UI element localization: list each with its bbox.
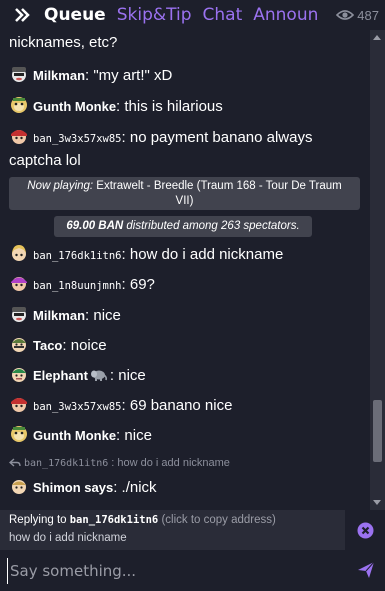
separator: :	[62, 337, 71, 354]
send-button[interactable]	[356, 560, 376, 580]
reply-reference-text: : how do i add nickname	[111, 457, 230, 469]
milkman-avatar[interactable]	[9, 304, 29, 324]
now-playing-track-continued: VII)	[175, 195, 194, 207]
separator: :	[121, 246, 130, 263]
elephant-avatar[interactable]	[9, 364, 29, 384]
message-text: "my art!" xD	[93, 67, 173, 84]
username[interactable]: Taco	[33, 338, 62, 353]
chat-message: Milkman: "my art!" xD	[9, 64, 364, 87]
shimon-avatar[interactable]	[9, 476, 29, 496]
chat-message-input[interactable]	[7, 558, 337, 584]
chat-scrollbar[interactable]	[370, 30, 385, 510]
separator: :	[109, 367, 119, 384]
username[interactable]: Gunth Monke	[33, 99, 116, 114]
scroll-down-arrow-icon[interactable]	[373, 500, 381, 505]
purple-avatar[interactable]	[9, 273, 29, 293]
message-text: how do i add nickname	[129, 246, 284, 263]
scrollbar-thumb[interactable]	[373, 400, 382, 462]
chat-message-partial: nicknames, etc?	[9, 32, 364, 54]
message-text: nice	[124, 427, 152, 444]
username[interactable]: Milkman	[33, 68, 85, 83]
separator: :	[121, 129, 130, 146]
reply-bar: Replying to ban_176dk1itn6 (click to cop…	[0, 510, 385, 550]
reply-target-address[interactable]: ban_176dk1itn6	[70, 514, 159, 526]
viewer-count: 487	[357, 7, 379, 23]
close-circle-icon	[357, 522, 373, 538]
now-playing-track: Extrawelt - Breedle (Traum 168 - Tour De…	[93, 180, 342, 192]
blonde-avatar[interactable]	[9, 243, 29, 263]
chat-message: Gunth Monke: this is hilarious	[9, 95, 364, 118]
username[interactable]: Elephant	[33, 368, 88, 383]
separator: :	[113, 479, 122, 496]
red-avatar[interactable]	[9, 126, 29, 146]
message-text: no payment banano always	[129, 129, 313, 146]
message-input-bar	[0, 550, 385, 591]
message-text: 69?	[129, 276, 155, 293]
message-text: nicknames, etc?	[9, 34, 118, 51]
cancel-reply-button[interactable]	[345, 510, 385, 550]
replying-to-line[interactable]: Replying to ban_176dk1itn6 (click to cop…	[9, 513, 276, 528]
red-avatar[interactable]	[9, 394, 29, 414]
reply-reference-name: ban_176dk1itn6	[24, 457, 109, 469]
username[interactable]: Milkman	[33, 308, 85, 323]
copy-address-hint: (click to copy address)	[158, 514, 276, 526]
taco-avatar[interactable]	[9, 334, 29, 354]
distribution-text: distributed among 263 spectators.	[123, 220, 300, 232]
monkey-avatar[interactable]	[9, 424, 29, 444]
username[interactable]: ban_176dk1itn6	[33, 250, 122, 262]
replying-to-label: Replying to	[9, 514, 70, 526]
reply-arrow-icon	[9, 458, 21, 467]
header-bar: Queue Skip&Tip Chat Announ 487	[0, 0, 385, 30]
send-icon	[358, 561, 375, 578]
username[interactable]: Gunth Monke	[33, 428, 116, 443]
separator: :	[121, 397, 130, 414]
monkey-avatar[interactable]	[9, 95, 29, 115]
separator: :	[121, 276, 130, 293]
expand-chevrons-icon[interactable]	[0, 0, 44, 30]
message-text: noice	[70, 337, 107, 354]
username[interactable]: ban_1n8uunjmnh	[33, 280, 122, 292]
chat-message: Elephant: nice	[9, 364, 364, 387]
elephant-icon	[90, 366, 108, 381]
quoted-message: how do i add nickname	[9, 532, 127, 544]
message-text: nice	[93, 307, 121, 324]
tab-announcements[interactable]: Announ	[253, 0, 318, 30]
chat-message: Taco: noice	[9, 334, 364, 357]
chat-message: Milkman: nice	[9, 304, 364, 327]
reply-reference[interactable]: ban_176dk1itn6: how do i add nickname	[9, 455, 230, 471]
chat-message: Shimon says: ./nick	[9, 476, 364, 499]
milkman-avatar[interactable]	[9, 64, 29, 84]
username[interactable]: Shimon says	[33, 480, 113, 495]
message-text: 69 banano nice	[129, 397, 233, 414]
message-text-continued: captcha lol	[9, 152, 81, 169]
distribution-amount: 69.00 BAN	[66, 220, 124, 232]
message-text: this is hilarious	[124, 98, 223, 115]
chat-message: ban_3w3x57xw85: 69 banano nice	[9, 394, 364, 418]
username[interactable]: ban_3w3x57xw85	[33, 401, 122, 413]
chat-message: ban_1n8uunjmnh: 69?	[9, 273, 364, 297]
tab-queue[interactable]: Queue	[44, 0, 106, 30]
username[interactable]: ban_3w3x57xw85	[33, 133, 122, 145]
now-playing-label: Now playing:	[27, 180, 94, 192]
tab-chat[interactable]: Chat	[203, 0, 243, 30]
chat-message: ban_176dk1itn6: how do i add nickname	[9, 243, 364, 267]
message-text: nice	[118, 367, 146, 384]
message-text: ./nick	[121, 479, 157, 496]
chat-message: ban_3w3x57xw85: no payment banano always…	[9, 126, 364, 172]
viewer-counter: 487	[332, 0, 379, 30]
scroll-up-arrow-icon[interactable]	[373, 35, 381, 40]
tab-skip-tip[interactable]: Skip&Tip	[117, 0, 192, 30]
chat-log: nicknames, etc? Milkman: "my art!" xD Gu…	[0, 30, 370, 510]
eye-icon	[336, 10, 355, 20]
now-playing-notice: Now playing: Extrawelt - Breedle (Traum …	[9, 177, 360, 210]
distribution-notice: 69.00 BAN distributed among 263 spectato…	[54, 216, 312, 237]
chat-message: Gunth Monke: nice	[9, 424, 364, 447]
